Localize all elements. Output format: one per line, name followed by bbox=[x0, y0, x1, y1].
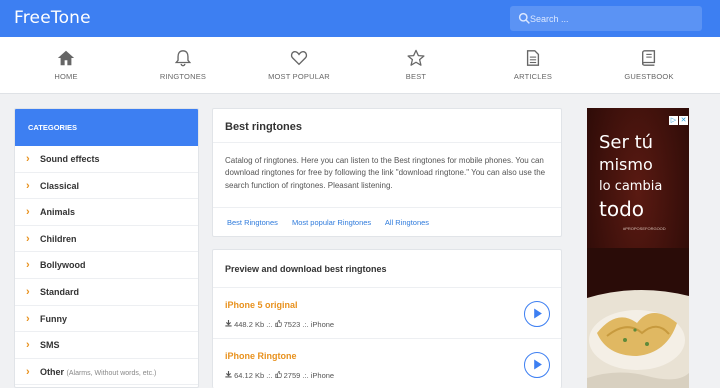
categories-title: CATEGORIES bbox=[15, 109, 198, 146]
intro-links: Best Ringtones Most popular Ringtones Al… bbox=[213, 207, 561, 237]
thumbs-up-icon bbox=[274, 371, 282, 378]
nav-item-guestbook[interactable]: GUESTBOOK bbox=[599, 37, 699, 94]
document-icon bbox=[526, 50, 540, 66]
category-label: Sound effects bbox=[40, 154, 100, 164]
nav-label: HOME bbox=[54, 72, 78, 81]
search-box bbox=[510, 6, 702, 31]
bell-icon bbox=[174, 50, 192, 67]
category-item-sound-effects[interactable]: › Sound effects bbox=[15, 146, 198, 173]
play-button[interactable] bbox=[524, 301, 550, 327]
chevron-right-icon: › bbox=[26, 285, 30, 298]
nav-label: GUESTBOOK bbox=[624, 72, 674, 81]
ringtone-meta: 64.12 Kb .:. 2759 .:. iPhone bbox=[225, 371, 334, 380]
link-most-popular-ringtones[interactable]: Most popular Ringtones bbox=[292, 218, 371, 227]
play-button[interactable] bbox=[524, 352, 550, 378]
ringtones-card: Preview and download best ringtones iPho… bbox=[212, 249, 562, 388]
nav-label: MOST POPULAR bbox=[268, 72, 330, 81]
ad-line: Ser tú bbox=[599, 132, 654, 153]
category-label: Children bbox=[40, 233, 77, 244]
ringtone-category[interactable]: iPhone bbox=[311, 320, 334, 329]
nav-item-articles[interactable]: ARTICLES bbox=[483, 37, 583, 94]
category-item-other[interactable]: › Other (Alarms, Without words, etc.) bbox=[15, 359, 198, 386]
ringtone-likes: 2759 bbox=[283, 371, 301, 380]
category-label: SMS bbox=[40, 340, 60, 351]
chevron-right-icon: › bbox=[26, 312, 30, 325]
ad-hashtag: #PROPOSEFORGOOD bbox=[623, 226, 666, 231]
nav-item-ringtones[interactable]: RINGTONES bbox=[133, 37, 233, 94]
category-item-animals[interactable]: › Animals bbox=[15, 199, 198, 226]
link-all-ringtones[interactable]: All Ringtones bbox=[385, 218, 429, 227]
heart-icon bbox=[290, 51, 308, 66]
download-icon bbox=[225, 320, 232, 327]
chevron-right-icon: › bbox=[26, 206, 30, 219]
top-bar: FreeTone bbox=[0, 0, 720, 37]
ringtone-category[interactable]: iPhone bbox=[311, 371, 334, 380]
ad-headline: Ser tú mismo lo cambia todo bbox=[599, 132, 685, 220]
link-best-ringtones[interactable]: Best Ringtones bbox=[227, 218, 278, 227]
book-icon bbox=[642, 50, 656, 66]
thumbs-up-icon bbox=[274, 320, 282, 327]
chevron-right-icon: › bbox=[26, 339, 30, 352]
nav-item-most-popular[interactable]: MOST POPULAR bbox=[249, 37, 349, 94]
category-item-funny[interactable]: › Funny bbox=[15, 306, 198, 333]
home-icon bbox=[57, 50, 75, 66]
intro-card: Best ringtones Catalog of ringtones. Her… bbox=[212, 108, 562, 237]
nav-item-home[interactable]: HOME bbox=[16, 37, 116, 94]
category-label: Animals bbox=[40, 207, 76, 218]
nav-label: RINGTONES bbox=[159, 72, 207, 81]
search-input[interactable] bbox=[530, 9, 698, 28]
category-sublabel: (Alarms, Without words, etc.) bbox=[66, 369, 157, 377]
ringtones-title: Preview and download best ringtones bbox=[213, 250, 561, 288]
ringtone-likes: 7523 bbox=[283, 320, 301, 329]
ringtone-row: iPhone Ringtone 64.12 Kb .:. 2759 .:. iP… bbox=[213, 339, 561, 388]
page-title: Best ringtones bbox=[213, 109, 561, 143]
nav-item-best[interactable]: BEST bbox=[366, 37, 466, 94]
categories-panel: CATEGORIES › Sound effects › Classical › An… bbox=[14, 108, 199, 388]
ringtone-name[interactable]: iPhone Ringtone bbox=[225, 351, 297, 361]
category-label: Funny bbox=[40, 313, 67, 324]
play-icon bbox=[534, 308, 542, 319]
category-label: Classical bbox=[40, 180, 80, 191]
ad-line: mismo bbox=[599, 155, 653, 174]
ringtone-size: 64.12 Kb bbox=[234, 371, 265, 380]
download-icon bbox=[225, 371, 232, 378]
ad-line: todo bbox=[599, 197, 645, 221]
ad-line: lo cambia bbox=[599, 179, 663, 194]
chevron-right-icon: › bbox=[26, 179, 30, 192]
play-icon bbox=[534, 359, 542, 370]
category-item-bollywood[interactable]: › Bollywood bbox=[15, 252, 198, 279]
category-item-sms[interactable]: › SMS bbox=[15, 332, 198, 359]
advertisement-banner[interactable]: ▷ ✕ Ser tú mismo lo cambia todo #PROPOSEF… bbox=[587, 108, 689, 388]
category-label: Other bbox=[40, 366, 65, 377]
ringtone-meta: 448.2 Kb .:. 7523 .:. iPhone bbox=[225, 320, 334, 329]
category-item-standard[interactable]: › Standard bbox=[15, 279, 198, 306]
nav-label: BEST bbox=[405, 72, 427, 81]
chevron-right-icon: › bbox=[26, 232, 30, 245]
ringtone-name[interactable]: iPhone 5 original bbox=[225, 300, 298, 310]
star-icon bbox=[407, 49, 425, 66]
ringtone-size: 448.2 Kb bbox=[234, 320, 265, 329]
main-nav: HOME RINGTONES MOST POPULAR BEST ARTICLE… bbox=[0, 37, 720, 94]
ad-close-icon: ✕ bbox=[679, 116, 688, 125]
category-label: Bollywood bbox=[40, 260, 86, 271]
category-label: Standard bbox=[40, 286, 80, 297]
ringtone-row: iPhone 5 original 448.2 Kb .:. 7523 .:. … bbox=[213, 288, 561, 339]
chevron-right-icon: › bbox=[26, 365, 30, 378]
site-logo[interactable]: FreeTone bbox=[14, 8, 91, 28]
chevron-right-icon: › bbox=[26, 259, 30, 272]
ad-info-icon: ▷ bbox=[669, 116, 678, 125]
ad-choices[interactable]: ▷ ✕ bbox=[668, 109, 688, 127]
intro-text: Catalog of ringtones. Here you can liste… bbox=[225, 156, 546, 190]
nav-label: ARTICLES bbox=[513, 72, 553, 81]
category-item-classical[interactable]: › Classical bbox=[15, 173, 198, 200]
chevron-right-icon: › bbox=[26, 153, 30, 165]
category-item-children[interactable]: › Children bbox=[15, 226, 198, 253]
